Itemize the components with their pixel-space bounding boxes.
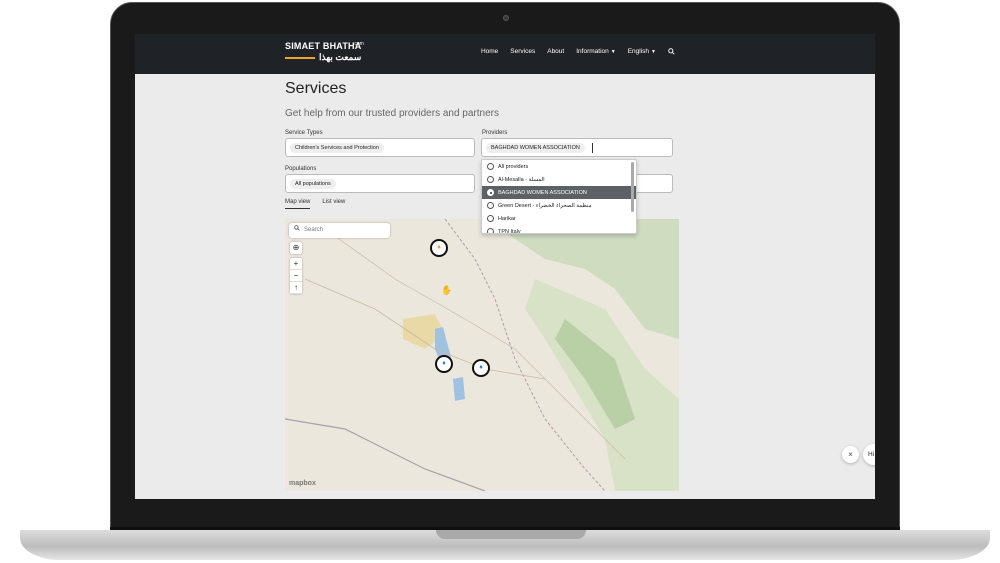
service-icon: ♦: [437, 244, 441, 251]
provider-option[interactable]: Harikar: [482, 212, 636, 225]
nav-about[interactable]: About: [547, 48, 564, 57]
nav-information-label: Information: [576, 48, 609, 55]
chat-bubble[interactable]: Hi: [863, 444, 875, 465]
provider-option-label: TPN Italy: [498, 228, 521, 234]
provider-option-label: BAGHDAD WOMEN ASSOCIATION: [498, 189, 587, 196]
screen: SIMAET BHATHA .com سمعت بهذا Home Servic…: [135, 34, 875, 499]
camera-icon: [503, 15, 509, 21]
provider-option-label: Al-Mesalla - المسلة: [498, 176, 545, 183]
provider-option[interactable]: Al-Mesalla - المسلة: [482, 173, 636, 186]
radio-icon: [487, 189, 494, 196]
population-chip[interactable]: All populations: [290, 179, 336, 189]
navbar: SIMAET BHATHA .com سمعت بهذا Home Servic…: [135, 34, 875, 74]
logo-text-en: SIMAET BHATHA: [285, 41, 362, 51]
map-search-input[interactable]: Search: [289, 223, 390, 238]
provider-option[interactable]: TPN Italy: [482, 225, 636, 234]
nav-home[interactable]: Home: [481, 48, 498, 57]
zoom-in-button[interactable]: +: [290, 258, 302, 270]
provider-option-label: Green Desert - منظمة الصحراء الخضراء: [498, 202, 592, 209]
chat-close-button[interactable]: ×: [842, 446, 859, 463]
site-logo[interactable]: SIMAET BHATHA .com سمعت بهذا: [285, 41, 364, 63]
provider-option-label: Harikar: [498, 215, 516, 222]
nav-services[interactable]: Services: [510, 48, 535, 57]
page-subtitle: Get help from our trusted providers and …: [285, 108, 499, 119]
logo-text-ar: سمعت بهذا: [319, 52, 362, 62]
nav-information[interactable]: Information ▼: [576, 48, 615, 57]
map-marker[interactable]: ♦: [435, 355, 453, 373]
radio-icon: [487, 176, 494, 183]
mapbox-logo[interactable]: mapbox: [289, 480, 316, 487]
compass-button[interactable]: ↑: [290, 282, 302, 294]
logo-suffix: .com: [353, 41, 364, 47]
map-marker[interactable]: ♦: [472, 359, 490, 377]
providers-dropdown: All providers Al-Mesalla - المسلة BAGHDAD …: [481, 159, 637, 234]
provider-option[interactable]: All providers: [482, 160, 636, 173]
view-tabs: Map view List view: [285, 199, 345, 209]
map[interactable]: Search ⊕ + − ↑ ♦ ♦ ♦ ✋ mapbox: [285, 219, 679, 491]
radio-icon: [487, 228, 494, 233]
search-icon[interactable]: [668, 48, 675, 57]
populations-select[interactable]: All populations: [285, 174, 475, 193]
provider-option[interactable]: BAGHDAD WOMEN ASSOCIATION: [482, 186, 636, 199]
geolocate-icon[interactable]: ⊕: [290, 242, 302, 254]
zoom-controls: + − ↑: [290, 258, 302, 294]
search-icon: [294, 223, 300, 238]
providers-label: Providers: [482, 130, 508, 136]
provider-chip[interactable]: BAGHDAD WOMEN ASSOCIATION: [486, 143, 585, 153]
tab-map-view[interactable]: Map view: [285, 199, 311, 209]
service-type-chip[interactable]: Children's Services and Protection: [290, 143, 384, 153]
radio-icon: [487, 215, 494, 222]
service-types-select[interactable]: Children's Services and Protection: [285, 138, 475, 157]
radio-icon: [487, 163, 494, 170]
service-types-label: Service Types: [285, 130, 323, 136]
page-title: Services: [285, 80, 347, 97]
nav-language-label: English: [627, 48, 650, 55]
providers-select[interactable]: BAGHDAD WOMEN ASSOCIATION: [481, 138, 673, 157]
logo-underline: [285, 56, 315, 59]
tab-list-view[interactable]: List view: [322, 199, 345, 209]
providers-option-list: All providers Al-Mesalla - المسلة BAGHDAD …: [482, 160, 636, 234]
laptop-notch: [436, 530, 586, 539]
text-cursor: [592, 143, 593, 153]
nav-links: Home Services About Information ▼ English…: [481, 48, 675, 57]
zoom-out-button[interactable]: −: [290, 270, 302, 282]
dropdown-scrollbar[interactable]: [631, 162, 634, 212]
service-icon: ♦: [442, 360, 446, 367]
radio-icon: [487, 202, 494, 209]
populations-label: Populations: [285, 166, 317, 172]
caret-down-icon: ▼: [610, 49, 616, 55]
map-search-placeholder: Search: [304, 227, 324, 233]
map-terrain: [285, 219, 679, 491]
logo-text-ar-row: سمعت بهذا: [285, 52, 361, 63]
caret-down-icon: ▼: [651, 49, 656, 55]
service-icon: ♦: [479, 364, 483, 371]
map-marker[interactable]: ♦: [430, 239, 448, 257]
hand-cursor-icon: ✋: [441, 285, 453, 295]
nav-language[interactable]: English ▼: [628, 48, 656, 57]
provider-option[interactable]: Green Desert - منظمة الصحراء الخضراء: [482, 199, 636, 212]
provider-option-label: All providers: [498, 163, 529, 170]
